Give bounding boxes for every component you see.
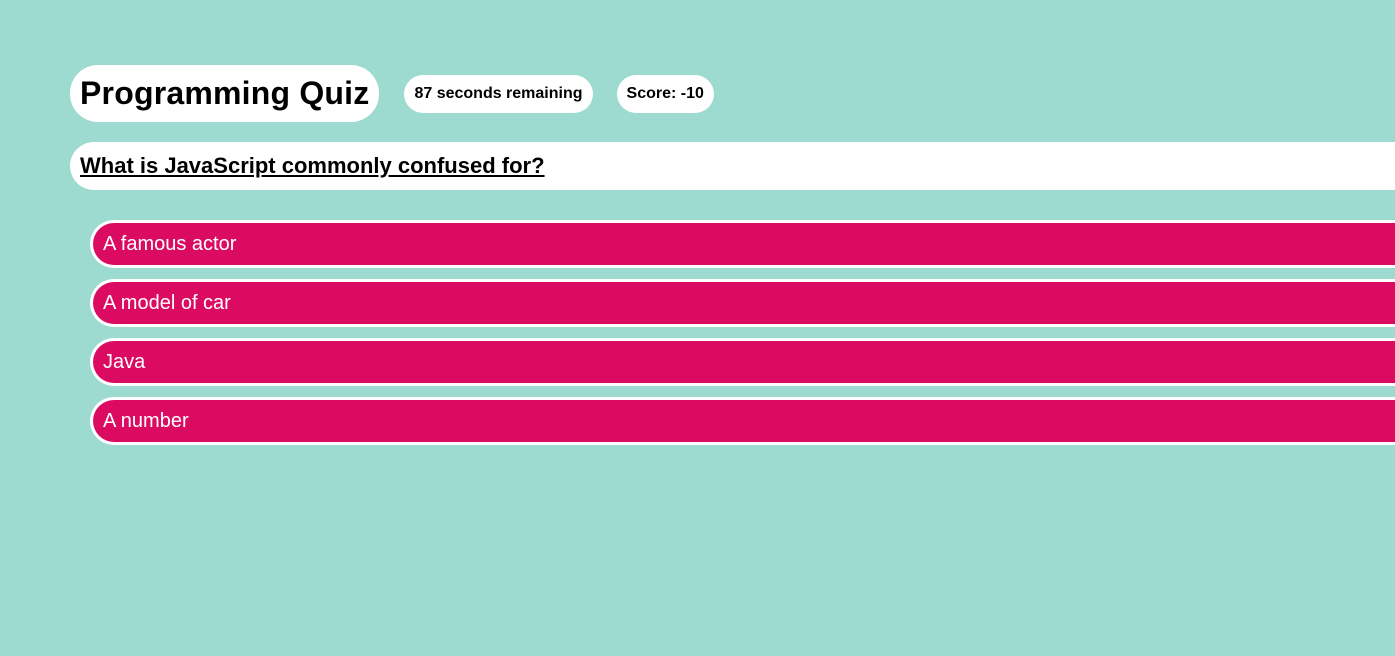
page-title: Programming Quiz	[80, 75, 370, 111]
answer-button-3[interactable]: Java	[90, 338, 1395, 386]
answer-label: A famous actor	[103, 232, 237, 255]
question-text: What is JavaScript commonly confused for…	[80, 153, 545, 178]
answer-label: A model of car	[103, 291, 231, 314]
timer-badge: 87 seconds remaining	[404, 74, 593, 113]
answer-button-2[interactable]: A model of car	[90, 279, 1395, 327]
timer-text: 87 seconds remaining	[414, 84, 583, 102]
answer-button-1[interactable]: A famous actor	[90, 220, 1395, 268]
answer-label: Java	[103, 350, 146, 373]
quiz-header: Programming Quiz 87 seconds remaining Sc…	[70, 65, 714, 122]
score-badge: Score: -10	[616, 74, 714, 113]
score-text: Score: -10	[626, 84, 704, 102]
answer-button-4[interactable]: A number	[90, 397, 1395, 445]
answer-list: A famous actor A model of car Java A num…	[90, 220, 1395, 456]
answer-label: A number	[103, 409, 189, 432]
question-bar: What is JavaScript commonly confused for…	[70, 142, 1395, 190]
title-pill: Programming Quiz	[70, 65, 380, 122]
